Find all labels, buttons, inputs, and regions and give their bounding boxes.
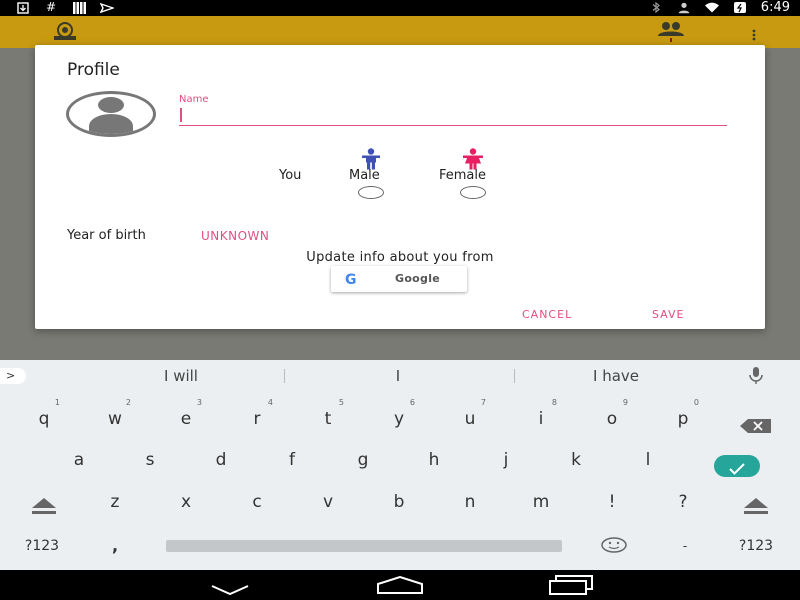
key-question[interactable]: ? xyxy=(653,484,713,520)
key-v[interactable]: v xyxy=(298,484,358,520)
key-z[interactable]: z xyxy=(85,484,145,520)
key-dash[interactable]: - xyxy=(655,528,715,564)
key-s[interactable]: s xyxy=(120,442,180,478)
suggestion-strip: > I will I I have xyxy=(0,360,800,392)
key-comma[interactable]: , xyxy=(85,528,145,564)
enter-key[interactable] xyxy=(714,455,760,477)
google-logo-icon: G xyxy=(345,272,357,288)
suggestion-divider xyxy=(284,369,285,383)
male-icon xyxy=(359,148,383,170)
dialog-title: Profile xyxy=(67,60,120,80)
save-button[interactable]: SAVE xyxy=(652,308,684,321)
text-cursor xyxy=(180,108,182,122)
suggestion-2[interactable]: I xyxy=(308,367,488,385)
key-u[interactable]: u7 xyxy=(440,398,500,437)
female-radio[interactable] xyxy=(460,186,486,199)
key-w[interactable]: w2 xyxy=(85,398,145,437)
app-bar xyxy=(0,16,800,48)
wifi-icon xyxy=(704,1,719,14)
key-e[interactable]: e3 xyxy=(156,398,216,437)
key-l[interactable]: l xyxy=(618,442,678,478)
keyboard: q1 w2 e3 r4 t5 y6 u7 i8 o9 p0 a s d f g … xyxy=(0,392,800,570)
name-label: Name xyxy=(179,94,209,105)
overflow-menu-icon[interactable] xyxy=(752,26,756,45)
download-icon xyxy=(16,1,30,14)
mic-icon[interactable] xyxy=(748,366,764,386)
key-f[interactable]: f xyxy=(262,442,322,478)
space-bar[interactable] xyxy=(166,540,562,552)
suggestion-1[interactable]: I will xyxy=(91,367,271,385)
male-radio[interactable] xyxy=(358,186,384,199)
key-g[interactable]: g xyxy=(333,442,393,478)
year-of-birth-value[interactable]: UNKNOWN xyxy=(201,229,269,243)
key-j[interactable]: j xyxy=(476,442,536,478)
shift-left-icon[interactable] xyxy=(28,496,60,516)
expand-arrow-icon[interactable]: > xyxy=(0,368,26,384)
send-icon xyxy=(100,1,114,14)
suggestion-divider xyxy=(514,369,515,383)
status-bar: # 6:49 xyxy=(0,0,800,16)
key-i[interactable]: i8 xyxy=(511,398,571,437)
profile-dialog: Profile Name You Male Female Year of bir… xyxy=(35,45,765,329)
key-o[interactable]: o9 xyxy=(582,398,642,437)
signal-bars-icon xyxy=(72,1,86,14)
key-p[interactable]: p0 xyxy=(653,398,713,437)
you-label: You xyxy=(279,168,302,183)
key-a[interactable]: a xyxy=(49,442,109,478)
key-d[interactable]: d xyxy=(191,442,251,478)
suggestion-3[interactable]: I have xyxy=(526,367,706,385)
home-icon[interactable] xyxy=(376,575,424,598)
navigation-bar xyxy=(0,570,800,600)
key-r[interactable]: r4 xyxy=(227,398,287,437)
back-chevron-icon[interactable] xyxy=(210,580,250,599)
female-label: Female xyxy=(439,168,487,183)
bluetooth-icon xyxy=(649,1,663,14)
battery-icon xyxy=(733,1,747,14)
key-m[interactable]: m xyxy=(511,484,571,520)
key-y[interactable]: y6 xyxy=(369,398,429,437)
key-c[interactable]: c xyxy=(227,484,287,520)
key-b[interactable]: b xyxy=(369,484,429,520)
key-h[interactable]: h xyxy=(404,442,464,478)
key-n[interactable]: n xyxy=(440,484,500,520)
backspace-icon xyxy=(739,411,773,447)
checkmark-icon xyxy=(729,460,745,479)
people-icon[interactable] xyxy=(656,20,686,46)
key-t[interactable]: t5 xyxy=(298,398,358,437)
key-exclamation[interactable]: ! xyxy=(582,484,642,520)
emoji-icon[interactable] xyxy=(601,537,627,557)
key-x[interactable]: x xyxy=(156,484,216,520)
key-q[interactable]: q1 xyxy=(14,398,74,437)
recents-icon[interactable] xyxy=(548,575,594,599)
symbols-key-left[interactable]: ?123 xyxy=(12,528,72,564)
male-label: Male xyxy=(349,168,380,183)
contacts-icon xyxy=(677,1,691,14)
key-k[interactable]: k xyxy=(546,442,606,478)
female-icon xyxy=(461,148,485,170)
cancel-button[interactable]: CANCEL xyxy=(522,308,572,321)
google-button-label: Google xyxy=(395,272,441,285)
avatar-icon[interactable] xyxy=(66,91,156,137)
year-of-birth-label: Year of birth xyxy=(67,228,146,243)
backspace-key[interactable] xyxy=(726,401,786,437)
hash-icon: # xyxy=(45,0,57,14)
clock: 6:49 xyxy=(760,0,790,15)
update-info-text: Update info about you from xyxy=(306,250,494,265)
symbols-key-right[interactable]: ?123 xyxy=(726,528,786,564)
name-input[interactable] xyxy=(179,107,727,126)
app-logo-icon[interactable] xyxy=(50,22,80,44)
shift-right-icon[interactable] xyxy=(740,496,772,516)
google-button[interactable]: G Google xyxy=(331,266,467,292)
